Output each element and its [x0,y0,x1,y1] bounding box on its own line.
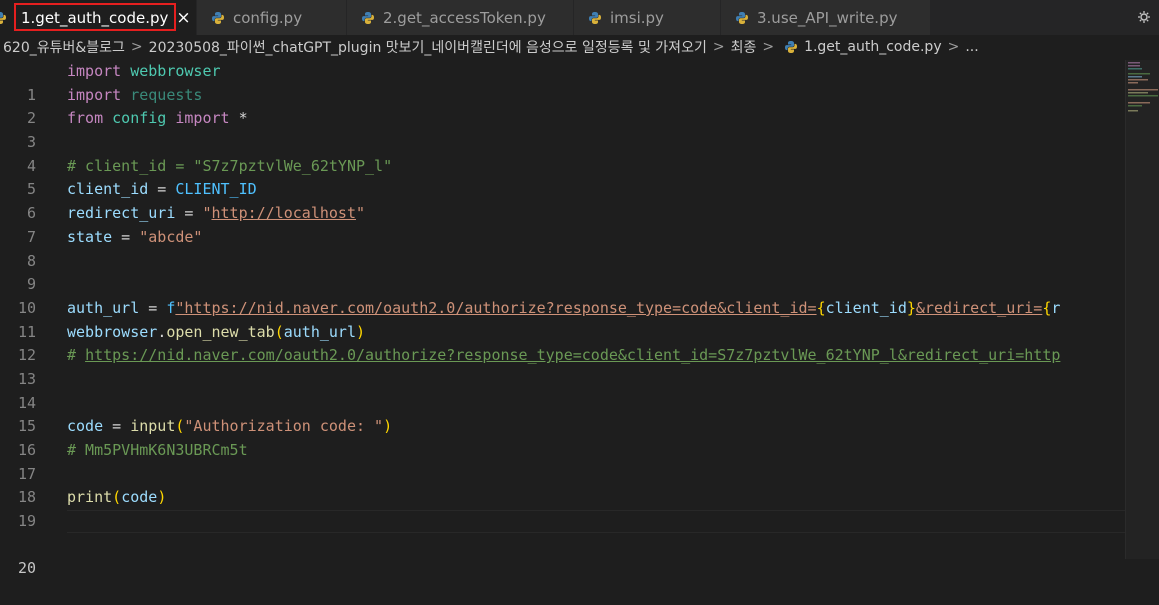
url-link: https://nid.naver.com/oauth2.0/authorize… [85,346,1061,365]
python-icon [362,11,374,24]
tab-get-access-token[interactable]: 2.get_accessToken.py [347,0,574,35]
code-line: 16 code = input("Authorization code: ") [0,415,1125,459]
breadcrumb-item[interactable]: 620_유튜버&블로그 [0,37,125,57]
breadcrumb-item[interactable]: 최종 [731,37,757,57]
code-line: 4 [0,131,1125,175]
code-line: 17 # Mm5PVHmK6N3UBRCm5t [0,439,1125,483]
code-text: state = "abcde" [67,227,203,246]
code-line: 14 [0,368,1125,412]
chevron-right-icon: > [762,39,775,55]
code-line: 2 import requests [0,84,1125,128]
breadcrumb-item[interactable]: 1.get_auth_code.py [804,39,942,55]
tab-label: config.py [233,8,303,27]
tab-label: 3.use_API_write.py [757,8,898,27]
editor-tab-bar: 1.get_auth_code.py × config.py 2.get_acc… [0,0,1159,35]
current-line-highlight [67,510,1125,534]
code-text: from config import * [67,109,248,128]
tab-use-api-write[interactable]: 3.use_API_write.py [721,0,931,35]
python-icon [785,41,798,53]
code-text: auth_url = f"https://nid.naver.com/oauth… [67,298,1061,317]
current-code-line[interactable]: 20 [0,510,1125,577]
tab-imsi[interactable]: imsi.py [574,0,721,35]
code-text: import requests [67,85,203,104]
code-text: code = input("Authorization code: ") [67,417,393,436]
code-line: 1 import webbrowser [0,60,1125,104]
code-comment: # client_id = "S7z7pztvlWe_62tYNP_l" [67,156,393,175]
minimap[interactable] [1125,60,1159,559]
code-text: webbrowser.open_new_tab(auth_url) [67,322,366,341]
chevron-right-icon: > [130,39,143,55]
close-icon[interactable]: × [176,8,190,28]
code-line: 6 client_id = CLIENT_ID [0,178,1125,222]
python-icon [736,11,748,24]
tab-label: 2.get_accessToken.py [383,8,546,27]
code-line: 19 print(code) [0,486,1125,530]
code-comment: # Mm5PVHmK6N3UBRCm5t [67,441,248,459]
code-line: 9 [0,250,1125,293]
tab-label: 1.get_auth_code.py [21,8,169,27]
url-link: http://localhost [211,204,357,223]
python-icon [0,11,6,24]
code-line: 13 # https://nid.naver.com/oauth2.0/auth… [0,344,1125,388]
chevron-right-icon: > [947,39,960,55]
breadcrumb-item[interactable]: ... [965,39,978,55]
code-line: 18 [0,463,1125,506]
chevron-right-icon: > [712,39,725,55]
code-text: client_id = CLIENT_ID [67,180,257,199]
python-icon [212,11,224,24]
minimap-slider[interactable] [1126,60,1159,559]
settings-gear-icon[interactable] [1135,6,1153,28]
tab-config[interactable]: config.py [197,0,347,35]
code-line: 12 webbrowser.open_new_tab(auth_url) [0,321,1125,365]
code-text: print(code) [67,488,167,507]
breadcrumb: 620_유튜버&블로그 > 20230508_파이썬_chatGPT_plugi… [0,35,1159,59]
code-line: 15 [0,392,1125,435]
code-line: 5 # client_id = "S7z7pztvlWe_62tYNP_l" [0,155,1125,199]
code-line: 7 redirect_uri = "http://localhost" [0,202,1125,246]
code-line: 10 [0,273,1125,317]
code-comment: # https://nid.naver.com/oauth2.0/authori… [67,346,1061,365]
tab-1-get-auth-code[interactable]: 1.get_auth_code.py × [0,0,197,35]
breadcrumb-item[interactable]: 20230508_파이썬_chatGPT_plugin 맛보기_네이버캘린더에 … [149,37,707,57]
code-text: redirect_uri = "http://localhost" [67,204,366,223]
python-icon [589,11,601,24]
tab-label: imsi.py [610,8,664,27]
code-editor[interactable]: 1 import webbrowser 2 import requests 3 … [0,60,1125,577]
code-text: import webbrowser [67,62,221,80]
minimap-preview [1128,62,1158,112]
line-number: 20 [17,559,36,578]
code-line: 11 auth_url = f"https://nid.naver.com/oa… [0,297,1125,341]
code-line: 8 state = "abcde" [0,226,1125,270]
code-line: 3 from config import * [0,107,1125,151]
